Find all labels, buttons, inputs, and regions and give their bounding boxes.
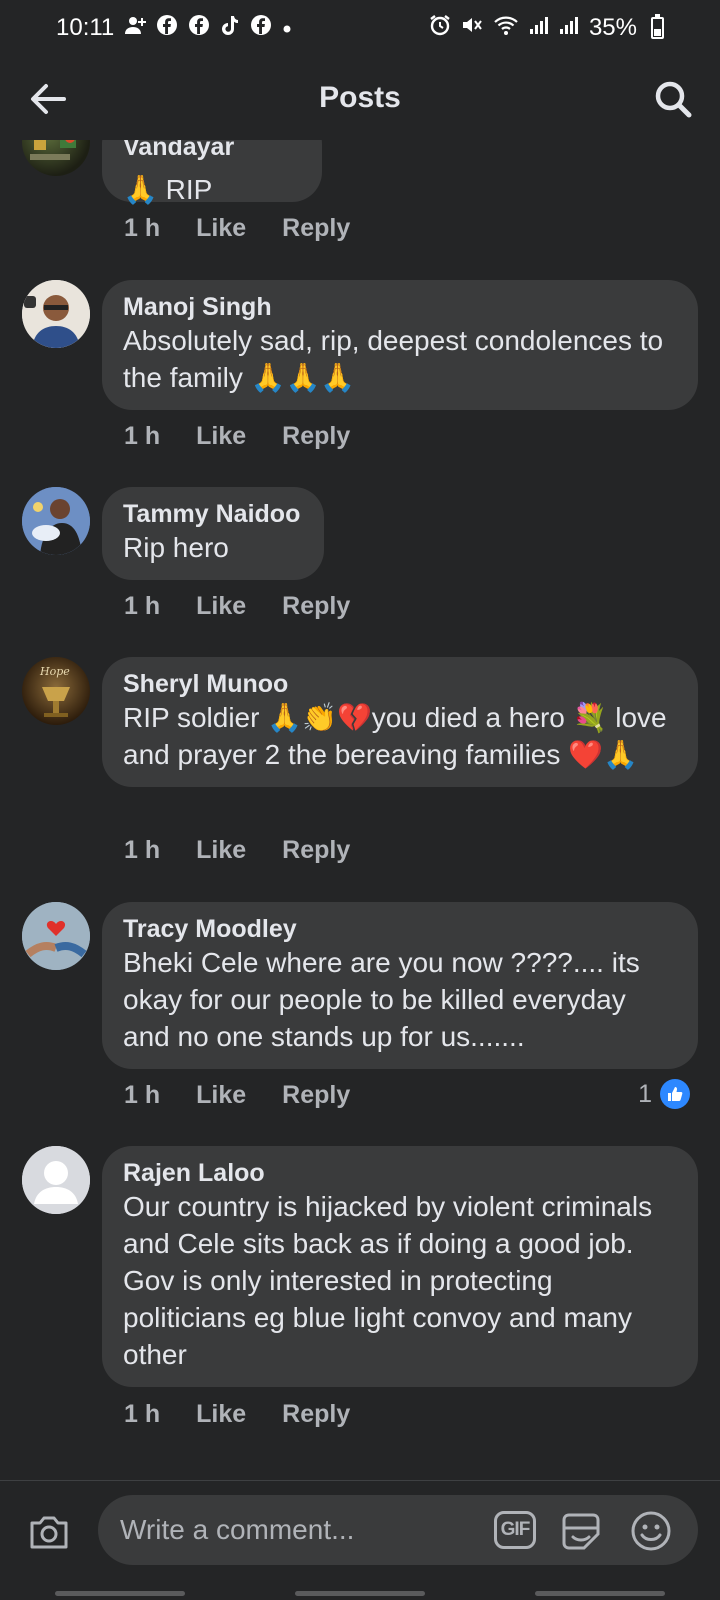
comment-time: 1 h [124, 1081, 161, 1109]
like-button[interactable]: Like [196, 1400, 246, 1429]
comment-author[interactable]: Rajen Laloo [123, 1158, 678, 1188]
avatar[interactable] [22, 280, 90, 348]
facebook-icon [250, 14, 272, 42]
app-header: Posts [0, 56, 720, 140]
camera-button[interactable] [26, 1509, 72, 1555]
facebook-icon [188, 14, 210, 42]
reaction-count-number: 1 [638, 1079, 652, 1108]
comment-time: 1 h [124, 1400, 161, 1428]
comment-author[interactable]: Tracy Moodley [123, 914, 678, 944]
comment-composer: GIF [0, 1480, 720, 1600]
status-time: 10:11 [56, 14, 115, 41]
reply-button[interactable]: Reply [282, 592, 350, 621]
like-button[interactable]: Like [196, 1081, 246, 1110]
facebook-icon [156, 14, 178, 42]
comment-actions: 1 h Like Reply [124, 422, 350, 451]
comment-actions: 1 h Like Reply [124, 1400, 350, 1429]
like-button[interactable]: Like [196, 836, 246, 865]
comment-bubble: Tammy Naidoo Rip hero [102, 487, 324, 580]
comment-time: 1 h [124, 592, 161, 620]
battery-percent: 35% [588, 14, 637, 41]
comment-text: Absolutely sad, rip, deepest condolences… [123, 325, 664, 393]
alarm-icon [429, 14, 451, 42]
comment-bubble: Manoj Singh Absolutely sad, rip, deepest… [102, 280, 698, 410]
system-nav-bar [0, 1586, 720, 1600]
avatar[interactable] [22, 902, 90, 970]
avatar[interactable] [22, 140, 90, 176]
signal-icon [559, 14, 579, 42]
page-title: Posts [319, 81, 401, 114]
nav-back-handle[interactable] [535, 1590, 665, 1596]
battery-icon [651, 14, 664, 39]
comment-actions: 1 h Like Reply [124, 1081, 350, 1110]
avatar[interactable] [22, 1146, 90, 1214]
like-button[interactable]: Like [196, 214, 246, 243]
comment-text: Our country is hijacked by violent crimi… [123, 1191, 653, 1370]
avatar[interactable]: Hope [22, 657, 90, 725]
comment-time: 1 h [124, 214, 161, 242]
status-right: 35% [429, 14, 664, 42]
comment-text: Bheki Cele where are you now ????.... it… [123, 947, 640, 1052]
comment-bubble: Sheryl Munoo RIP soldier 🙏👏💔you died a h… [102, 657, 698, 787]
comment-author[interactable]: Manoj Singh [123, 292, 678, 322]
mute-icon [461, 14, 483, 42]
comment-actions: 1 h Like Reply [124, 836, 350, 865]
reaction-count[interactable]: 1 [638, 1079, 690, 1109]
camera-icon [30, 1516, 68, 1549]
reply-button[interactable]: Reply [282, 422, 350, 451]
thumbs-up-icon [660, 1079, 690, 1109]
smiley-icon [631, 1511, 671, 1551]
sticker-icon [562, 1513, 600, 1550]
comment-text: RIP soldier 🙏👏💔you died a hero 💐 love an… [123, 702, 667, 770]
svg-text:Hope: Hope [39, 665, 70, 678]
comment-time: 1 h [124, 422, 161, 450]
comment-input-container: GIF [98, 1495, 698, 1565]
nav-recents-handle[interactable] [55, 1590, 185, 1596]
like-button[interactable]: Like [196, 422, 246, 451]
gif-button[interactable]: GIF [494, 1511, 536, 1549]
status-bar: 10:11 35% [0, 0, 720, 56]
comment-author[interactable]: Dylan Vandayar [123, 140, 302, 162]
signal-icon [529, 14, 549, 42]
comment-bubble: Rajen Laloo Our country is hijacked by v… [102, 1146, 698, 1387]
like-button[interactable]: Like [196, 592, 246, 621]
search-button[interactable] [652, 78, 694, 120]
status-left: 10:11 [56, 14, 292, 42]
comment-bubble: Tracy Moodley Bheki Cele where are you n… [102, 902, 698, 1069]
reply-button[interactable]: Reply [282, 214, 350, 243]
nav-home-handle[interactable] [295, 1590, 425, 1596]
search-icon [655, 81, 692, 118]
back-arrow-icon [31, 84, 66, 114]
person-add-icon [124, 14, 147, 42]
avatar[interactable] [22, 487, 90, 555]
wifi-icon [493, 14, 519, 42]
comment-input[interactable] [120, 1495, 480, 1565]
tiktok-icon [220, 14, 240, 42]
comment-author[interactable]: Tammy Naidoo [123, 499, 304, 529]
comment-time: 1 h [124, 836, 161, 864]
reply-button[interactable]: Reply [282, 836, 350, 865]
comment-actions: 1 h Like Reply [124, 214, 350, 243]
comment-actions: 1 h Like Reply [124, 592, 350, 621]
comment-author[interactable]: Sheryl Munoo [123, 669, 678, 699]
reply-button[interactable]: Reply [282, 1400, 350, 1429]
reply-button[interactable]: Reply [282, 1081, 350, 1110]
comment-text: Rip hero [123, 532, 229, 563]
comment-text: 🙏 RIP [123, 174, 213, 205]
dot-icon [282, 17, 292, 40]
back-button[interactable] [26, 78, 68, 120]
comment-list[interactable]: Dylan Vandayar 🙏 RIP 1 h Like Reply Mano… [0, 140, 720, 1480]
emoji-button[interactable] [628, 1508, 674, 1554]
comment-bubble: Dylan Vandayar 🙏 RIP [102, 140, 322, 205]
sticker-button[interactable] [558, 1508, 604, 1554]
